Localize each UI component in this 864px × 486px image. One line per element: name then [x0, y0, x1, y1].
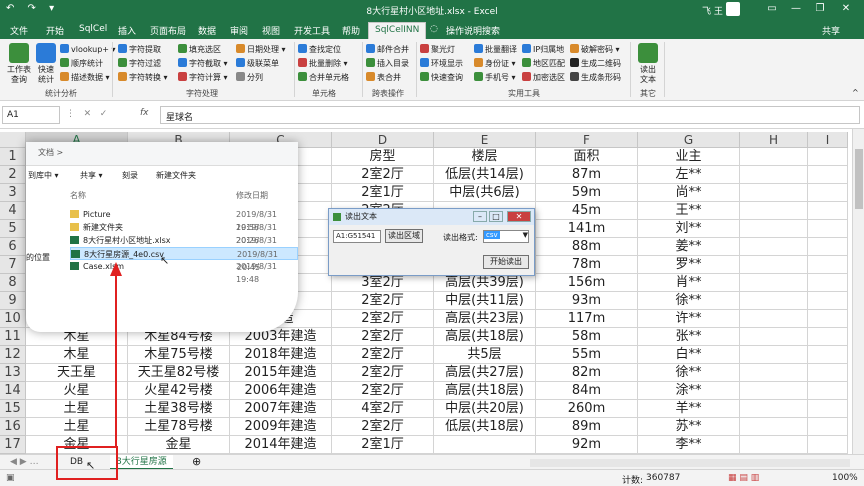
annotation-arrow	[110, 262, 122, 448]
excel-window: ↶ ↷ ▾ 8大行星村小区地址.xlsx - Excel 飞 王 ▭ — ❐ ✕…	[0, 0, 864, 486]
mouse-cursor-icon: ↖	[86, 459, 96, 472]
